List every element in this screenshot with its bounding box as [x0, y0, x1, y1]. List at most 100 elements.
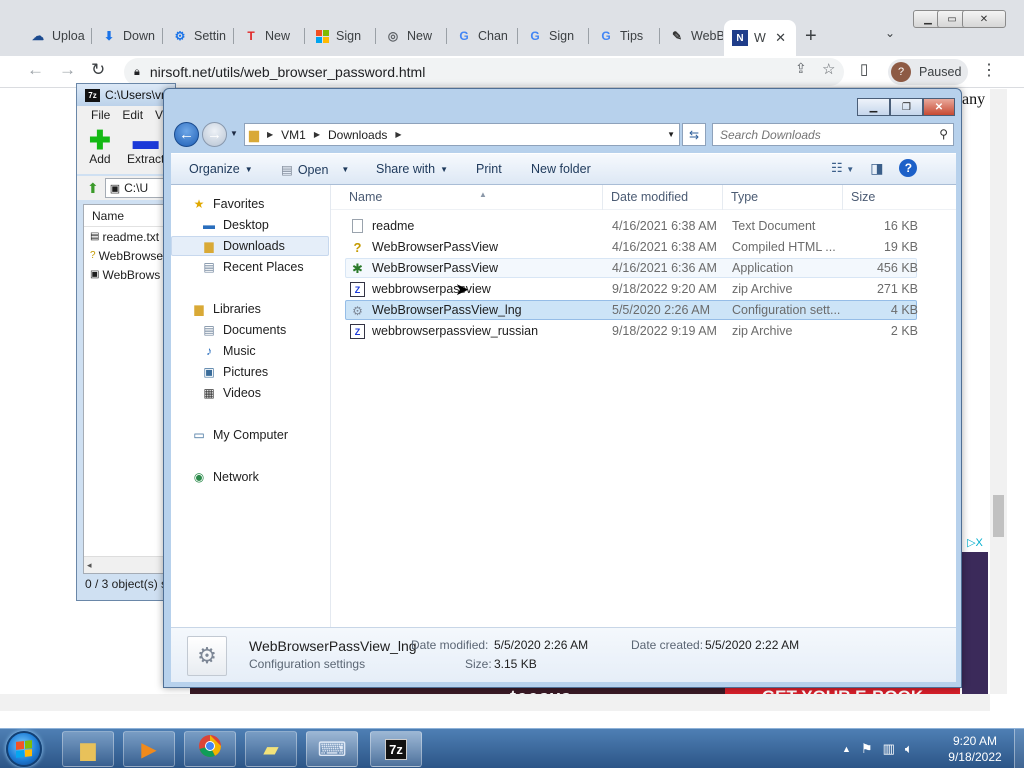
table-row[interactable]: Z webbrowserpassview_russian 9/18/2022 9… [345, 321, 918, 341]
address-dropdown-icon[interactable]: ▼ [667, 130, 675, 139]
breadcrumb-vm1[interactable]: VM1 [281, 128, 306, 142]
extract-button[interactable]: ▬ Extract [127, 127, 164, 166]
organize-button[interactable]: Organize ▼ [189, 162, 253, 176]
vertical-scrollbar[interactable] [990, 89, 1007, 694]
share-icon[interactable]: ⇪ [795, 60, 807, 77]
close-tab-icon[interactable]: ✕ [775, 30, 786, 46]
chrome-tab-9[interactable]: G Tips [590, 24, 660, 48]
column-header-name[interactable]: Name [84, 205, 174, 227]
help-icon[interactable]: ? [899, 159, 918, 177]
list-item[interactable]: ? WebBrowse [84, 246, 174, 265]
explorer-window[interactable]: ▁ ❐ ✕ ← → ▼ ▆ ▶ VM1 ▶ Downloads ▶ ▼ ⇆ ⚲ … [163, 88, 962, 688]
address-bar[interactable]: 🔒︎ nirsoft.net/utils/web_browser_passwor… [124, 58, 844, 86]
column-header-date[interactable]: Date modified [603, 185, 723, 210]
new-tab-button[interactable]: + [805, 24, 817, 48]
list-item[interactable]: ▣ WebBrows [84, 265, 174, 284]
chrome-tab-1[interactable]: ☁ Uploa [22, 24, 92, 48]
table-row[interactable]: ? WebBrowserPassView 4/16/2021 6:38 AM C… [345, 237, 918, 257]
horizontal-scrollbar[interactable]: ◂ [84, 556, 174, 573]
minimize-button[interactable]: ▁ [857, 98, 890, 116]
print-button[interactable]: Print [476, 162, 502, 176]
chrome-tab-4[interactable]: T New [235, 24, 305, 48]
nav-desktop[interactable]: ▬ Desktop [171, 215, 329, 235]
nav-downloads[interactable]: ▆ Downloads [171, 236, 329, 256]
ad-close-button[interactable]: ▷X [962, 536, 988, 552]
zip-archive-icon: Z [350, 282, 365, 297]
taskbar-media-player-button[interactable]: ▶ [123, 731, 175, 767]
taskbar-keyboard-button[interactable]: ⌨ [306, 731, 358, 767]
menu-file[interactable]: File [91, 108, 110, 122]
scrollbar-thumb[interactable] [993, 495, 1004, 537]
breadcrumb-downloads[interactable]: Downloads [328, 128, 387, 142]
network-status-icon[interactable]: ▥ [883, 741, 895, 757]
chrome-tab-8[interactable]: G Sign [519, 24, 589, 48]
chrome-tab-10[interactable]: ✎ WebB [661, 24, 723, 48]
refresh-icon[interactable]: ⇆ [682, 123, 706, 146]
profile-button[interactable]: ? Paused [888, 59, 968, 85]
forward-arrow-icon[interactable]: → [59, 60, 76, 80]
menu-edit[interactable]: Edit [122, 108, 143, 122]
ad-banner-side[interactable] [962, 536, 988, 706]
nav-videos[interactable]: ▦ Videos [171, 383, 329, 403]
chrome-tab-3[interactable]: ⚙ Settin [164, 24, 234, 48]
bookmark-star-icon[interactable]: ☆ [822, 60, 835, 78]
folder-up-icon[interactable]: ⬆ [87, 180, 99, 197]
column-header-size[interactable]: Size [843, 185, 921, 210]
address-bar[interactable]: ▆ ▶ VM1 ▶ Downloads ▶ ▼ [244, 123, 680, 146]
close-button[interactable]: ✕ [923, 98, 955, 116]
clock[interactable]: 9:20 AM 9/18/2022 [935, 733, 1015, 765]
recent-pages-dropdown-icon[interactable]: ▼ [230, 129, 238, 138]
table-row[interactable]: ⚙ WebBrowserPassView_lng 5/5/2020 2:26 A… [345, 300, 918, 320]
search-input[interactable] [713, 124, 928, 145]
sevenzip-window[interactable]: 7z C:\Users\vm File Edit Vi ✚ Add ▬ Extr… [76, 83, 176, 601]
back-arrow-icon[interactable]: ← [27, 60, 44, 80]
horizontal-scrollbar[interactable] [0, 694, 990, 711]
list-item[interactable]: ▤ readme.txt [84, 227, 174, 246]
table-row[interactable]: readme 4/16/2021 6:38 AM Text Document 1… [345, 216, 918, 236]
taskbar-7zip-button[interactable]: 7z [370, 731, 422, 767]
nav-pictures[interactable]: ▣ Pictures [171, 362, 329, 382]
nav-music[interactable]: ♪ Music [171, 341, 329, 361]
share-with-button[interactable]: Share with ▼ [376, 162, 448, 176]
nav-recent-places[interactable]: ▤ Recent Places [171, 257, 329, 277]
menu-kebab-icon[interactable]: ⋮ [981, 60, 997, 80]
sevenzip-titlebar[interactable]: 7z C:\Users\vm [77, 84, 175, 106]
column-header-name[interactable]: Name ▲ [341, 185, 603, 210]
tab-search-chevron-icon[interactable]: ⌄ [885, 26, 895, 40]
taskbar-notes-button[interactable]: ▰ [245, 731, 297, 767]
sevenzip-file-list[interactable]: Name ▤ readme.txt ? WebBrowse ▣ WebBrows ◂ [83, 204, 175, 574]
new-folder-button[interactable]: New folder [531, 162, 591, 176]
nav-network[interactable]: ◉ Network [171, 467, 329, 487]
add-button[interactable]: ✚ Add [89, 127, 111, 166]
chrome-tab-5[interactable]: Sign [306, 24, 376, 48]
reload-icon[interactable]: ↻ [91, 60, 105, 80]
back-arrow-icon[interactable]: ← [174, 122, 199, 147]
chrome-tab-6[interactable]: ◎ New [377, 24, 447, 48]
show-hidden-icons-icon[interactable]: ▲ [842, 744, 851, 754]
nav-favorites[interactable]: ★ Favorites [171, 194, 329, 214]
show-desktop-button[interactable] [1014, 729, 1024, 768]
action-center-icon[interactable]: ⚑ [861, 741, 873, 757]
column-header-type[interactable]: Type [723, 185, 843, 210]
chrome-tab-7[interactable]: G Chan [448, 24, 518, 48]
search-box[interactable]: ⚲ [712, 123, 954, 146]
preview-pane-icon[interactable]: ◨ [870, 160, 883, 177]
nav-libraries[interactable]: ▆ Libraries [171, 299, 329, 319]
file-list[interactable]: Name ▲ Date modified Type Size readme 4/1… [331, 185, 956, 627]
close-button[interactable]: ✕ [962, 10, 1006, 28]
maximize-button[interactable]: ❐ [890, 98, 923, 116]
taskbar-chrome-button[interactable] [184, 731, 236, 767]
nav-documents[interactable]: ▤ Documents [171, 320, 329, 340]
forward-arrow-icon[interactable]: → [202, 122, 227, 147]
table-row[interactable]: ✱ WebBrowserPassView 4/16/2021 6:36 AM A… [345, 258, 918, 278]
change-view-icon[interactable]: ☷ ▼ [831, 160, 854, 176]
chrome-tab-active[interactable]: N W ✕ [724, 20, 796, 56]
table-row[interactable]: Z webbrowserpassview 9/18/2022 9:20 AM z… [345, 279, 918, 299]
taskbar-explorer-button[interactable]: ▆ [62, 731, 114, 767]
start-button[interactable] [6, 731, 42, 767]
nav-my-computer[interactable]: ▭ My Computer [171, 425, 329, 445]
side-panel-icon[interactable]: ▯ [860, 60, 868, 78]
open-button[interactable]: ▤ Open ▼ [281, 162, 349, 178]
volume-icon[interactable]: 🔈︎ [905, 741, 913, 757]
chrome-tab-2[interactable]: ⬇ Down [93, 24, 163, 48]
